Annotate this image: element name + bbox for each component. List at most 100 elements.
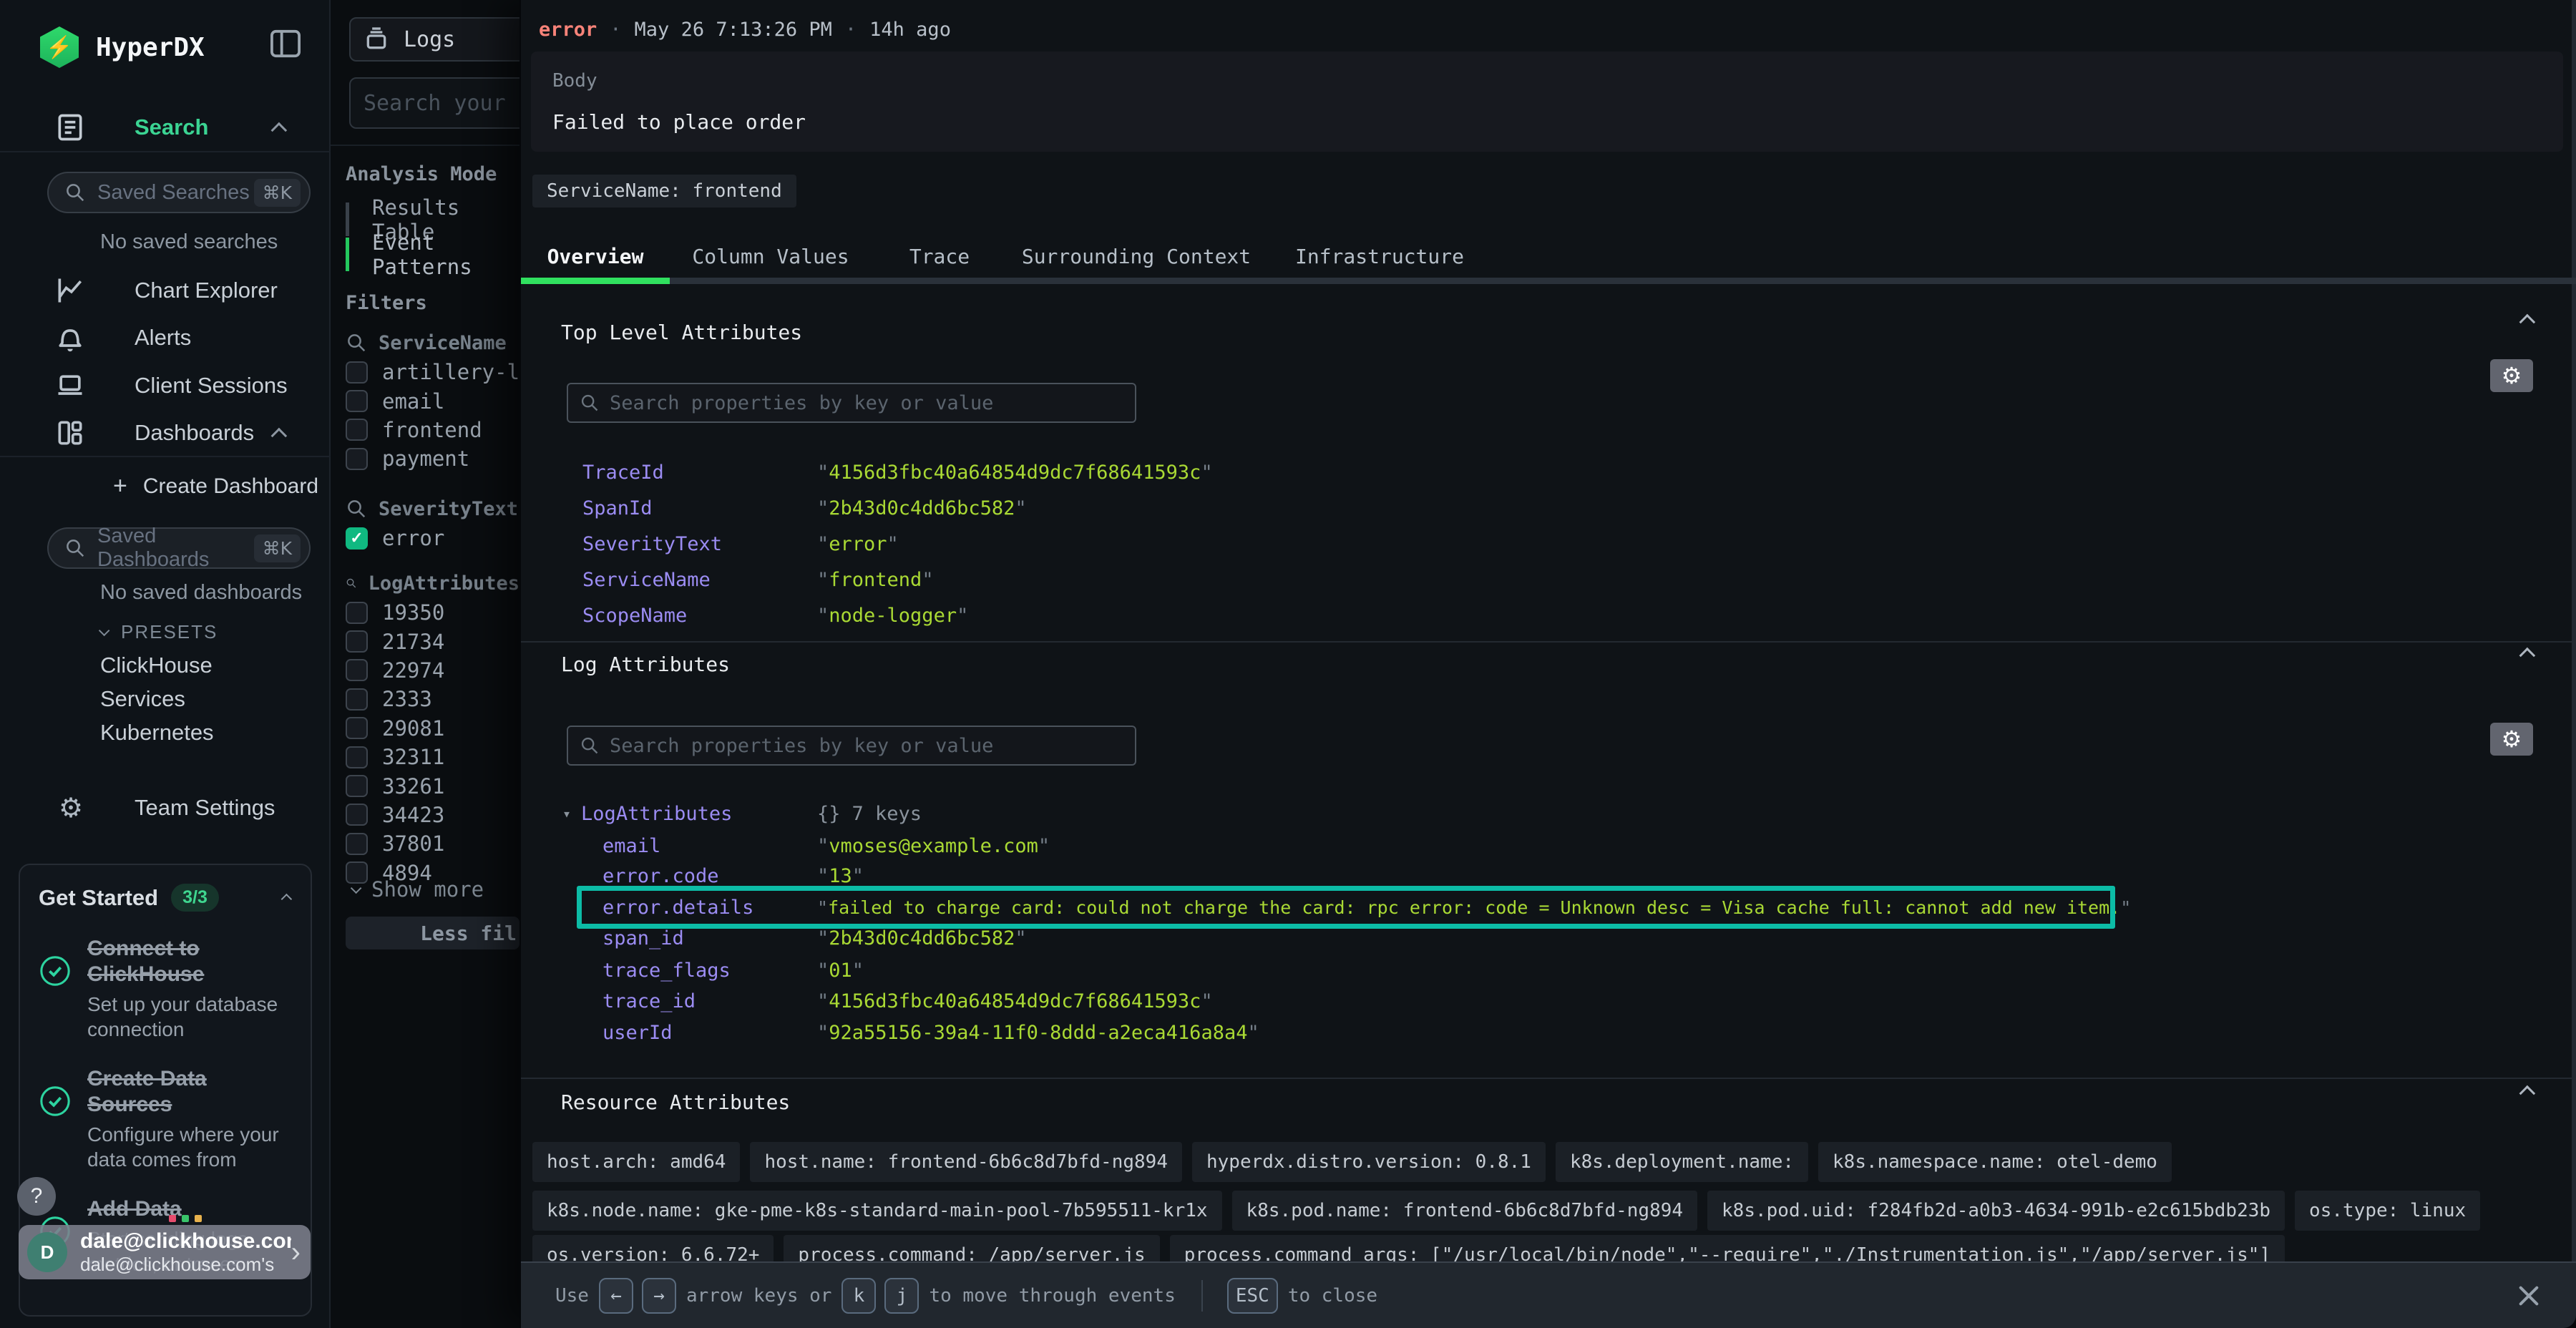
- resource-chip[interactable]: host.arch: amd64: [532, 1142, 740, 1182]
- resource-chip[interactable]: k8s.namespace.name: otel-demo: [1818, 1142, 2172, 1182]
- get-started-header[interactable]: Get Started 3/3: [39, 884, 292, 912]
- filter-option[interactable]: 2333: [346, 685, 519, 713]
- resource-chip[interactable]: k8s.node.name: gke-pme-k8s-standard-main…: [532, 1191, 1222, 1231]
- attribute-value[interactable]: failed to charge card: could not charge …: [817, 897, 2131, 918]
- checkbox[interactable]: [346, 448, 368, 470]
- filter-option[interactable]: 29081: [346, 714, 519, 743]
- filter-group-header[interactable]: SeverityText: [346, 494, 519, 524]
- filter-option[interactable]: 33261: [346, 771, 519, 800]
- sidebar-item-client-sessions[interactable]: Client Sessions: [0, 367, 331, 404]
- sidebar-item-team-settings[interactable]: ⚙ Team Settings: [0, 789, 331, 826]
- attribute-value[interactable]: 92a55156-39a4-11f0-8ddd-a2eca416a8a4: [817, 1022, 1259, 1044]
- resource-chip[interactable]: k8s.pod.name: frontend-6b6c8d7bfd-ng894: [1232, 1191, 1697, 1231]
- attribute-value[interactable]: vmoses@example.com: [817, 835, 1050, 857]
- checkbox[interactable]: [346, 717, 368, 739]
- preset-kubernetes[interactable]: Kubernetes: [100, 720, 214, 746]
- resource-chip[interactable]: hyperdx.distro.version: 0.8.1: [1192, 1142, 1546, 1182]
- filter-option[interactable]: 32311: [346, 743, 519, 771]
- attribute-key[interactable]: ScopeName: [582, 605, 817, 627]
- checkbox[interactable]: [346, 361, 368, 384]
- saved-searches-input[interactable]: Saved Searches ⌘K: [47, 172, 311, 213]
- checkbox[interactable]: [346, 746, 368, 768]
- checkbox[interactable]: [346, 804, 368, 826]
- less-filters-button[interactable]: Less fil: [346, 917, 519, 949]
- user-menu[interactable]: D dale@clickhouse.com dale@clickhouse.co…: [19, 1225, 311, 1279]
- create-dashboard-button[interactable]: + Create Dashboard: [113, 472, 318, 500]
- attribute-key[interactable]: TraceId: [582, 462, 817, 484]
- filter-option[interactable]: 34423: [346, 801, 519, 829]
- preset-clickhouse[interactable]: ClickHouse: [100, 653, 213, 678]
- sidebar-item-search[interactable]: Search: [0, 109, 331, 146]
- attribute-key[interactable]: LogAttributes: [581, 803, 732, 825]
- filter-group-header[interactable]: ServiceName: [346, 328, 519, 358]
- checkbox-checked[interactable]: ✓: [346, 527, 368, 550]
- tab-infrastructure[interactable]: Infrastructure: [1265, 235, 1494, 278]
- collapse-section-icon[interactable]: [2523, 1086, 2545, 1102]
- checkbox[interactable]: [346, 775, 368, 797]
- checkbox[interactable]: [346, 419, 368, 441]
- filter-option[interactable]: 22974: [346, 656, 519, 685]
- attribute-key[interactable]: email: [602, 835, 817, 857]
- attribute-value[interactable]: node-logger: [817, 605, 968, 627]
- attribute-value[interactable]: 01: [817, 960, 864, 982]
- resource-chip[interactable]: k8s.pod.uid: f284fb2d-a0b3-4634-991b-e2c…: [1707, 1191, 2285, 1231]
- close-icon[interactable]: [2513, 1280, 2545, 1312]
- chevron-up-icon[interactable]: [275, 420, 286, 446]
- sidebar-item-chart-explorer[interactable]: Chart Explorer: [0, 272, 331, 309]
- filter-group-header[interactable]: LogAttributes: [346, 568, 519, 598]
- filter-option[interactable]: 21734: [346, 627, 519, 655]
- resource-chip[interactable]: host.name: frontend-6b6c8d7bfd-ng894: [750, 1142, 1182, 1182]
- attribute-key[interactable]: trace_id: [602, 990, 817, 1012]
- chevron-up-icon[interactable]: [275, 114, 286, 140]
- tab-overview[interactable]: Overview: [521, 235, 670, 278]
- attribute-value[interactable]: frontend: [817, 569, 934, 591]
- attribute-key[interactable]: ServiceName: [582, 569, 817, 591]
- scrollbar[interactable]: [2572, 0, 2576, 1261]
- resource-chip[interactable]: os.type: linux: [2295, 1191, 2480, 1231]
- help-button[interactable]: ?: [17, 1177, 56, 1216]
- collapse-section-icon[interactable]: [2523, 315, 2545, 331]
- sidebar-item-alerts[interactable]: Alerts: [0, 319, 331, 356]
- preset-services[interactable]: Services: [100, 686, 185, 712]
- attribute-key[interactable]: SpanId: [582, 497, 817, 519]
- attribute-value[interactable]: 4156d3fbc40a64854d9dc7f68641593c: [817, 990, 1213, 1012]
- get-started-item-connect[interactable]: Connect to ClickHouse Set up your databa…: [39, 936, 292, 1042]
- tab-surrounding-context[interactable]: Surrounding Context: [1008, 235, 1265, 278]
- checkbox[interactable]: [346, 833, 368, 855]
- attribute-value[interactable]: error: [817, 533, 899, 555]
- gear-icon[interactable]: ⚙: [2490, 723, 2533, 756]
- app-logo[interactable]: ⚡ HyperDX: [40, 26, 205, 69]
- checkbox[interactable]: [346, 390, 368, 412]
- attribute-key[interactable]: error.code: [602, 865, 817, 887]
- filter-option[interactable]: payment: [346, 444, 519, 473]
- attribute-key[interactable]: span_id: [602, 927, 817, 949]
- checkbox[interactable]: [346, 602, 368, 624]
- filter-option[interactable]: email: [346, 386, 519, 415]
- filter-option[interactable]: artillery-loa: [346, 358, 519, 386]
- tab-trace[interactable]: Trace: [872, 235, 1008, 278]
- mode-event-patterns[interactable]: Event Patterns: [346, 238, 519, 271]
- log-attributes-search-input[interactable]: [600, 735, 1135, 757]
- attribute-value[interactable]: 13: [817, 865, 864, 887]
- filter-option[interactable]: frontend: [346, 416, 519, 444]
- checkbox[interactable]: [346, 659, 368, 681]
- sidebar-item-dashboards[interactable]: Dashboards: [0, 414, 331, 451]
- attribute-key[interactable]: error.details: [602, 897, 817, 919]
- resource-chip[interactable]: k8s.deployment.name:: [1556, 1142, 1808, 1182]
- attribute-key[interactable]: trace_flags: [602, 960, 817, 982]
- attribute-key[interactable]: SeverityText: [582, 533, 817, 555]
- attribute-value[interactable]: 2b43d0c4dd6bc582: [817, 497, 1027, 519]
- top-level-search-input[interactable]: [600, 392, 1135, 414]
- filter-option[interactable]: 37801: [346, 829, 519, 858]
- chevron-up-icon[interactable]: [281, 894, 293, 905]
- attribute-value[interactable]: 4156d3fbc40a64854d9dc7f68641593c: [817, 462, 1213, 484]
- expander-icon[interactable]: ▾: [562, 805, 571, 822]
- collapse-sidebar-icon[interactable]: [269, 29, 302, 59]
- collapse-section-icon[interactable]: [2523, 648, 2545, 664]
- attribute-value[interactable]: 2b43d0c4dd6bc582: [817, 927, 1027, 949]
- presets-toggle[interactable]: PRESETS: [99, 621, 218, 643]
- service-name-chip[interactable]: ServiceName: frontend: [532, 175, 796, 208]
- get-started-item-sources[interactable]: Create Data Sources Configure where your…: [39, 1066, 292, 1172]
- checkbox[interactable]: [346, 630, 368, 653]
- saved-dashboards-input[interactable]: Saved Dashboards ⌘K: [47, 527, 311, 569]
